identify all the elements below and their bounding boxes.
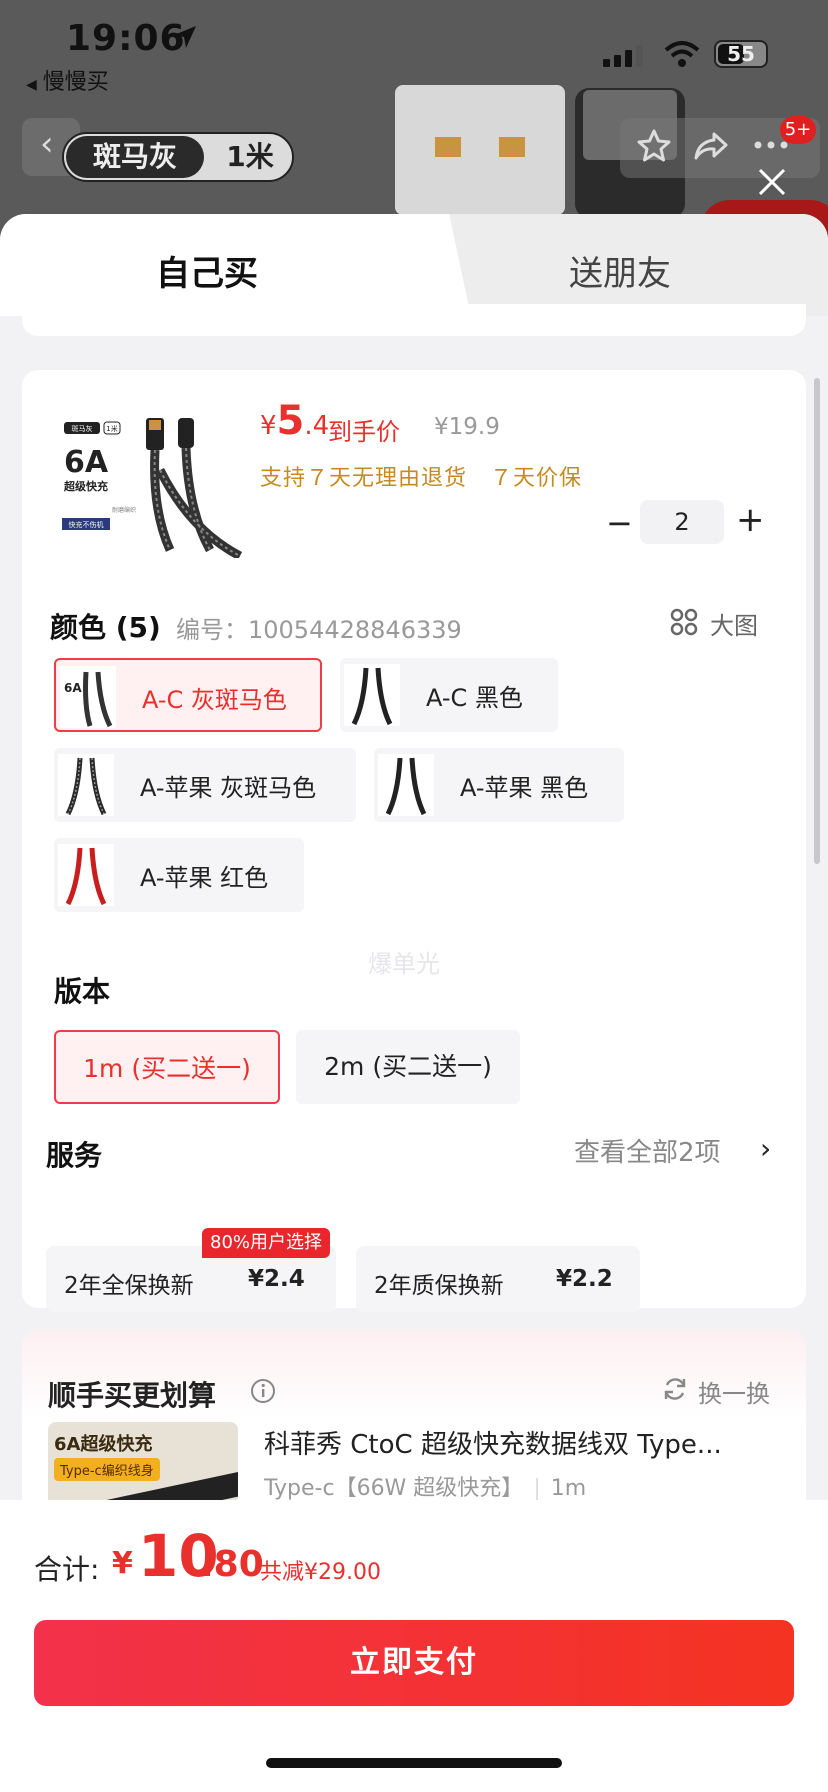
quantity-plus-button[interactable]: + [736, 500, 765, 540]
cellular-signal-icon [603, 45, 643, 67]
checkout-footer: 合计: ¥ 10 .80 共减¥29.00 立即支付 [0, 1500, 828, 1792]
service-option-price: ¥2.2 [556, 1266, 613, 1292]
more-dots-icon[interactable] [754, 140, 788, 150]
address-card-edge [22, 304, 806, 336]
watermark: 爆单光 [368, 950, 440, 978]
thumb-foot-text: 快充不伤机 [69, 520, 104, 529]
service-section-title: 服务 [46, 1139, 103, 1172]
color-option-ac-gray-zebra[interactable]: 6A A-C 灰斑马色 [54, 658, 322, 732]
thumb-tag-color: 斑马灰 [72, 424, 93, 433]
final-price-currency: ¥ [260, 411, 277, 441]
total-amount-dec: .80 [200, 1544, 264, 1585]
chevron-left-icon: ‹ [40, 124, 54, 164]
color-option-apple-gray-zebra[interactable]: A-苹果 灰斑马色 [54, 748, 356, 822]
recommended-product-name[interactable]: 科菲秀 CtoC 超级快充数据线双 Type... [264, 1424, 722, 1461]
swap-button[interactable]: 换一换 [698, 1374, 770, 1409]
cart-count-badge: 5+ [780, 116, 816, 144]
usb-a-plug-image [395, 85, 565, 215]
back-app-label: 慢慢买 [42, 70, 109, 95]
final-price: ¥5.4 [260, 398, 329, 444]
version-option-2m[interactable]: 2m (买二送一) [296, 1030, 520, 1104]
color-option-label: A-苹果 灰斑马色 [140, 774, 317, 802]
color-section-title: 颜色 (5) [50, 611, 161, 644]
thumb-6a-text: 6A [64, 445, 109, 480]
header-variant-color: 斑马灰 [66, 136, 204, 178]
service-option-label: 2年全保换新 [64, 1273, 194, 1299]
location-arrow-icon [174, 26, 196, 48]
color-option-apple-black[interactable]: A-苹果 黑色 [374, 748, 624, 822]
battery-level: 55 [727, 42, 755, 66]
purchase-tabs: 自己买 送朋友 [0, 214, 828, 316]
scrollbar[interactable] [814, 378, 820, 864]
final-price-int: 5 [276, 398, 305, 444]
svg-text:6A: 6A [64, 681, 82, 695]
back-triangle-icon: ◀ [26, 77, 37, 93]
service-option-label: 2年质保换新 [374, 1273, 504, 1299]
color-option-thumbnail: 6A [60, 666, 116, 728]
recommended-product-spec: Type-c【66W 超级快充】 | 1m [264, 1476, 587, 1501]
color-option-label: A-苹果 红色 [140, 864, 269, 892]
total-currency: ¥ [112, 1546, 133, 1581]
home-indicator[interactable] [266, 1758, 562, 1768]
sku-selection-card: 斑马灰 1米 6A 超级快充 耐磨编织 快充不伤机 ¥5.4 到手价 ¥19.9… [22, 370, 806, 1312]
final-price-dec: .4 [304, 411, 330, 441]
version-option-1m[interactable]: 1m (买二送一) [54, 1030, 280, 1104]
info-icon[interactable] [250, 1378, 276, 1404]
service-option-price: ¥2.4 [248, 1266, 305, 1292]
back-to-app-link[interactable]: ◀ 慢慢买 [26, 64, 109, 96]
refresh-icon[interactable] [662, 1376, 688, 1402]
quantity-input[interactable]: 2 [640, 500, 724, 544]
pay-now-button[interactable]: 立即支付 [34, 1620, 794, 1706]
rec-length-text: 1m [550, 1476, 587, 1501]
service-option-quality-warranty[interactable]: 2年质保换新 ¥2.2 [356, 1246, 640, 1312]
tab-self-buy-label[interactable]: 自己买 [0, 246, 414, 295]
thumb-fast-charge-text: 超级快充 [63, 479, 108, 493]
header-variant-length: 1米 [226, 140, 274, 173]
color-option-thumbnail [58, 754, 114, 816]
color-option-label: A-C 灰斑马色 [142, 686, 287, 714]
color-option-apple-red[interactable]: A-苹果 红色 [54, 838, 304, 912]
battery-icon: 55 [714, 40, 768, 68]
total-savings: 共减¥29.00 [260, 1560, 381, 1585]
product-thumbnail: 斑马灰 1米 6A 超级快充 耐磨编织 快充不伤机 [60, 410, 256, 558]
guarantee-text: 支持７天无理由退货 ７天价保 [260, 466, 583, 491]
color-option-ac-black[interactable]: A-C 黑色 [340, 658, 558, 732]
close-icon[interactable] [752, 162, 792, 202]
version-section-title: 版本 [54, 975, 111, 1008]
original-price: ¥19.9 [434, 414, 500, 440]
rec-spec-text: Type-c【66W 超级快充】 [264, 1476, 524, 1501]
sku-number: 编号：10054428846339 [176, 616, 462, 644]
status-bar: 19:06 ◀ 慢慢买 55 [0, 0, 828, 95]
thumb-tag-length: 1米 [106, 424, 117, 433]
final-price-label: 到手价 [328, 418, 400, 446]
tab-gift-friend[interactable]: 送朋友 [500, 246, 740, 295]
total-label: 合计: [34, 1553, 100, 1586]
color-option-thumbnail [58, 844, 114, 906]
color-option-label: A-苹果 黑色 [460, 774, 589, 802]
share-icon[interactable] [692, 128, 730, 164]
grid-view-icon[interactable] [670, 608, 698, 636]
rec-image-tag: Type-c编织线身 [54, 1458, 160, 1481]
see-all-services-link[interactable]: 查看全部2项 [574, 1132, 721, 1169]
color-option-thumbnail [378, 754, 434, 816]
header-variant-pill: 斑马灰 1米 [62, 132, 294, 182]
popular-choice-badge: 80%用户选择 [202, 1228, 331, 1258]
color-option-thumbnail [344, 664, 400, 726]
clock: 19:06 [66, 18, 186, 59]
color-option-label: A-C 黑色 [426, 684, 523, 712]
rec-image-title: 6A超级快充 [54, 1434, 153, 1455]
quantity-minus-button[interactable]: − [606, 504, 633, 542]
chevron-right-icon[interactable]: › [760, 1132, 771, 1165]
big-image-button[interactable]: 大图 [710, 606, 758, 641]
recommendation-title: 顺手买更划算 [48, 1379, 217, 1412]
thumb-note-text: 耐磨编织 [112, 506, 136, 514]
star-favorite-icon[interactable] [636, 128, 672, 164]
wifi-icon [664, 41, 700, 67]
